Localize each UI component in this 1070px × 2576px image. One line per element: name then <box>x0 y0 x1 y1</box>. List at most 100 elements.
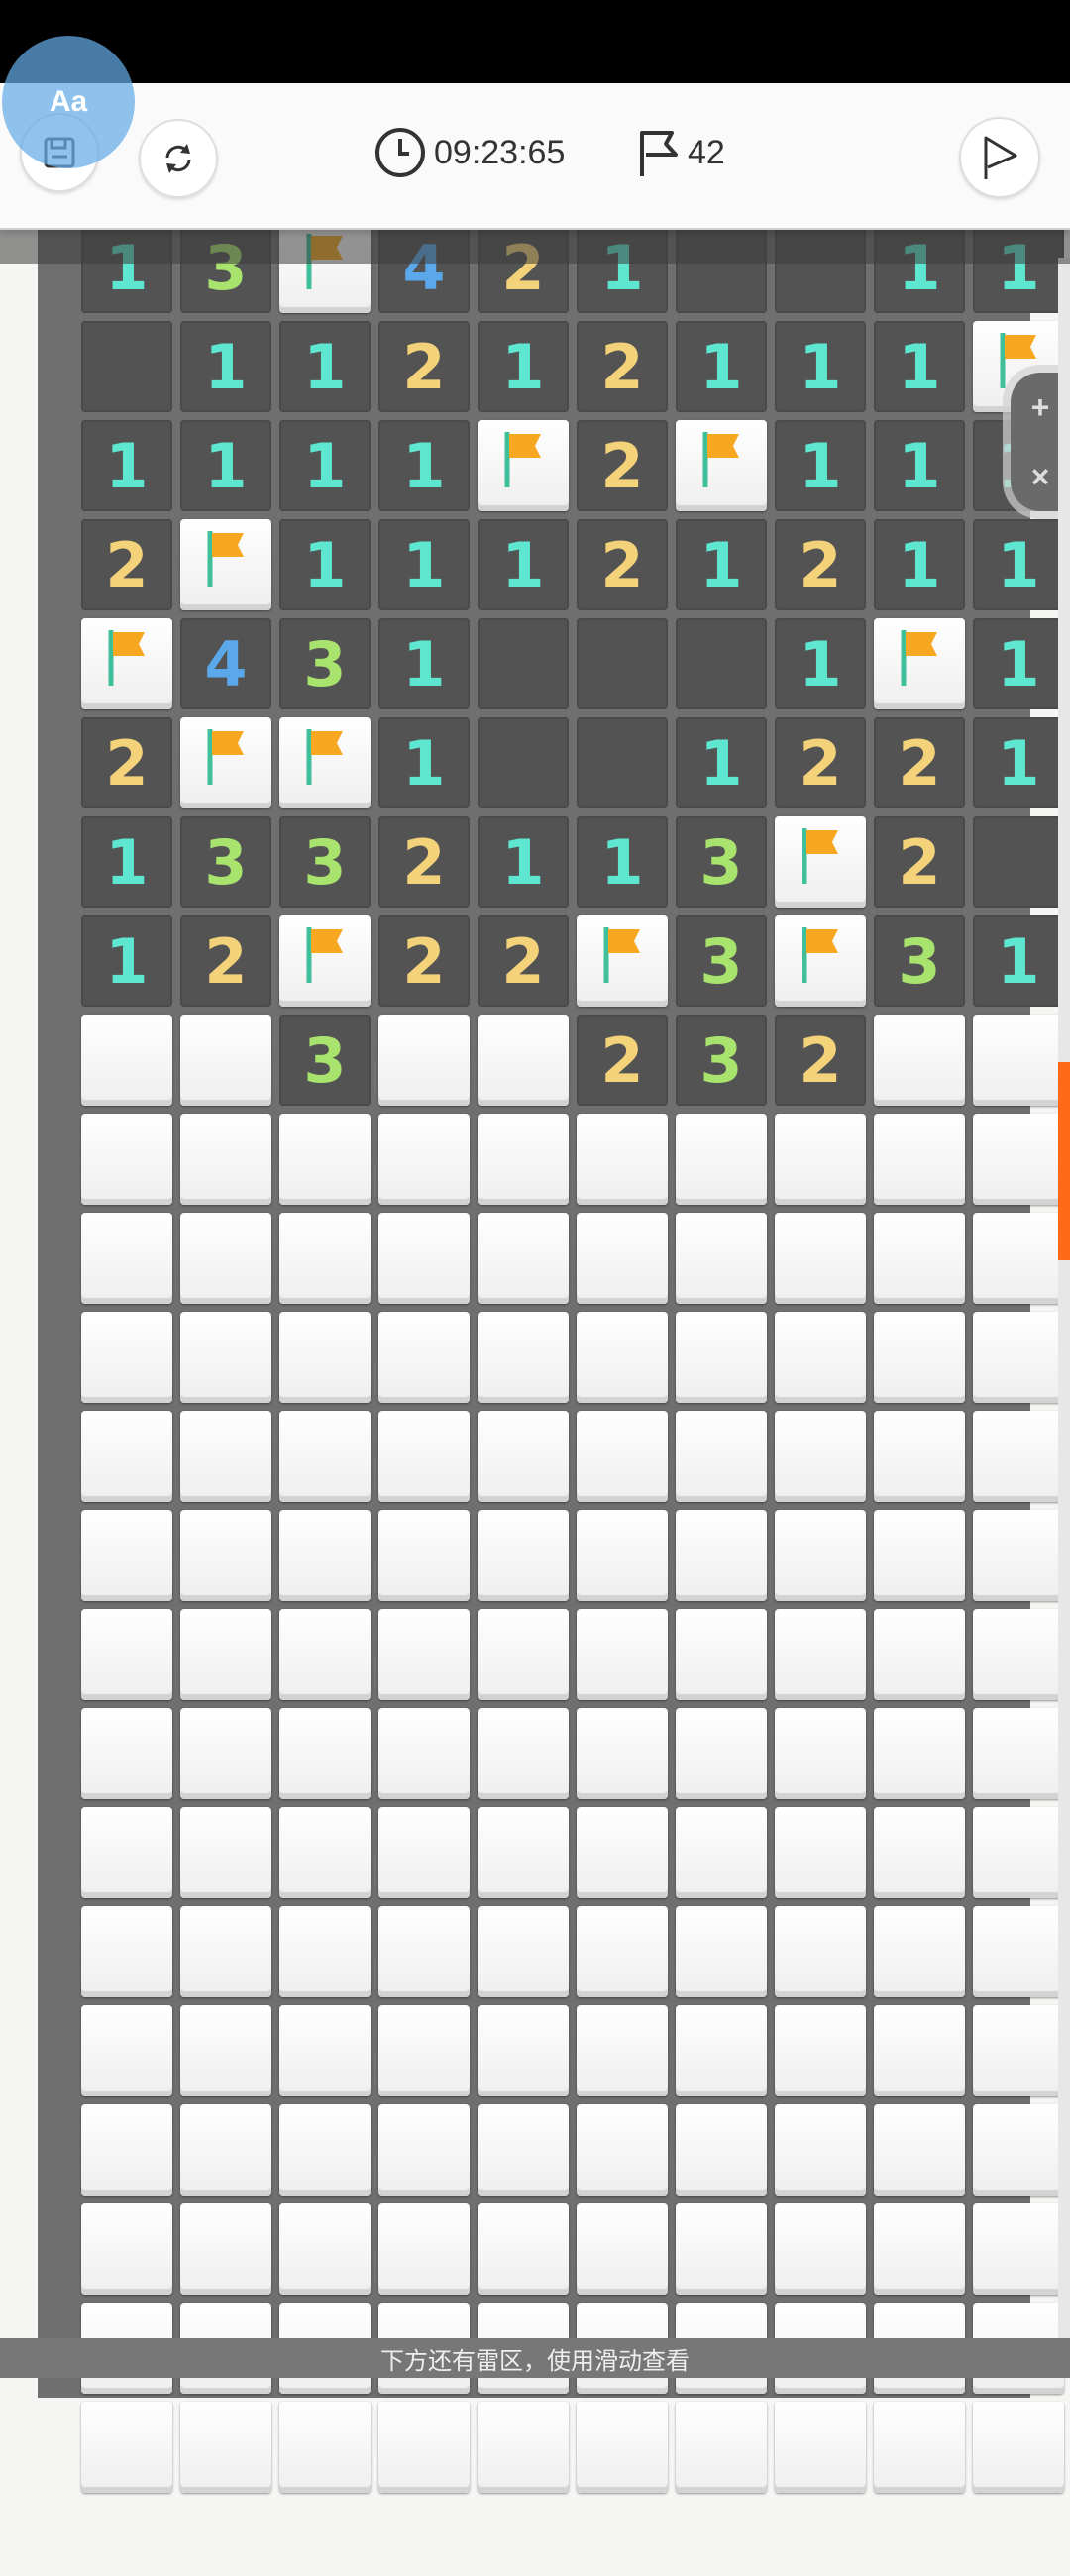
hidden-cell[interactable] <box>279 1708 371 1799</box>
number-cell[interactable]: 3 <box>676 1015 767 1106</box>
hidden-cell[interactable] <box>973 1708 1064 1799</box>
flagged-cell[interactable] <box>775 915 866 1007</box>
number-cell[interactable]: 1 <box>973 915 1064 1007</box>
number-cell[interactable]: 2 <box>874 717 965 808</box>
number-cell[interactable]: 1 <box>279 321 371 412</box>
number-cell[interactable]: 1 <box>577 816 668 908</box>
hidden-cell[interactable] <box>279 1906 371 1997</box>
hidden-cell[interactable] <box>478 1807 569 1898</box>
hidden-cell[interactable] <box>81 1807 172 1898</box>
hidden-cell[interactable] <box>180 1213 271 1304</box>
hidden-cell[interactable] <box>279 2104 371 2196</box>
scroll-track[interactable] <box>1058 258 1070 2378</box>
hidden-cell[interactable] <box>478 1510 569 1601</box>
number-cell[interactable]: 4 <box>180 618 271 709</box>
empty-revealed-cell[interactable] <box>577 717 668 808</box>
hidden-cell[interactable] <box>973 1213 1064 1304</box>
hidden-cell[interactable] <box>577 1510 668 1601</box>
minesweeper-board[interactable]: 1342111112121111111211121112121143111211… <box>75 218 1070 2576</box>
number-cell[interactable]: 1 <box>874 321 965 412</box>
empty-revealed-cell[interactable] <box>478 717 569 808</box>
number-cell[interactable]: 2 <box>874 816 965 908</box>
hidden-cell[interactable] <box>81 1708 172 1799</box>
hidden-cell[interactable] <box>676 1213 767 1304</box>
hidden-cell[interactable] <box>676 1906 767 1997</box>
hidden-cell[interactable] <box>378 1411 470 1502</box>
hidden-cell[interactable] <box>775 1312 866 1403</box>
hidden-cell[interactable] <box>775 1510 866 1601</box>
hidden-cell[interactable] <box>577 1411 668 1502</box>
hidden-cell[interactable] <box>180 2104 271 2196</box>
number-cell[interactable]: 1 <box>775 321 866 412</box>
hidden-cell[interactable] <box>279 2402 371 2493</box>
hidden-cell[interactable] <box>81 1906 172 1997</box>
hidden-cell[interactable] <box>180 1708 271 1799</box>
hidden-cell[interactable] <box>676 1411 767 1502</box>
hidden-cell[interactable] <box>874 2402 965 2493</box>
hidden-cell[interactable] <box>577 1906 668 1997</box>
hidden-cell[interactable] <box>478 2104 569 2196</box>
hidden-cell[interactable] <box>577 2203 668 2295</box>
number-cell[interactable]: 1 <box>676 519 767 610</box>
number-cell[interactable]: 1 <box>478 816 569 908</box>
empty-revealed-cell[interactable] <box>81 321 172 412</box>
hidden-cell[interactable] <box>577 1213 668 1304</box>
hidden-cell[interactable] <box>81 1510 172 1601</box>
hidden-cell[interactable] <box>874 1411 965 1502</box>
hidden-cell[interactable] <box>81 1015 172 1106</box>
number-cell[interactable]: 3 <box>180 816 271 908</box>
hidden-cell[interactable] <box>775 1807 866 1898</box>
hidden-cell[interactable] <box>775 1906 866 1997</box>
hidden-cell[interactable] <box>478 2402 569 2493</box>
number-cell[interactable]: 1 <box>676 321 767 412</box>
hidden-cell[interactable] <box>973 1114 1064 1205</box>
hidden-cell[interactable] <box>973 1609 1064 1700</box>
hidden-cell[interactable] <box>874 1312 965 1403</box>
hidden-cell[interactable] <box>180 1807 271 1898</box>
hidden-cell[interactable] <box>81 1411 172 1502</box>
hidden-cell[interactable] <box>279 1213 371 1304</box>
number-cell[interactable]: 2 <box>577 1015 668 1106</box>
number-cell[interactable]: 2 <box>775 519 866 610</box>
hidden-cell[interactable] <box>874 1807 965 1898</box>
hidden-cell[interactable] <box>478 1411 569 1502</box>
number-cell[interactable]: 2 <box>478 915 569 1007</box>
hidden-cell[interactable] <box>577 2104 668 2196</box>
hidden-cell[interactable] <box>180 1411 271 1502</box>
hidden-cell[interactable] <box>279 1312 371 1403</box>
hidden-cell[interactable] <box>676 1609 767 1700</box>
hidden-cell[interactable] <box>775 2005 866 2096</box>
number-cell[interactable]: 1 <box>676 717 767 808</box>
hidden-cell[interactable] <box>279 2005 371 2096</box>
flagged-cell[interactable] <box>676 420 767 511</box>
hidden-cell[interactable] <box>973 2402 1064 2493</box>
hidden-cell[interactable] <box>279 1807 371 1898</box>
number-cell[interactable]: 1 <box>973 519 1064 610</box>
number-cell[interactable]: 1 <box>378 717 470 808</box>
hidden-cell[interactable] <box>378 2104 470 2196</box>
number-cell[interactable]: 1 <box>378 519 470 610</box>
number-cell[interactable]: 1 <box>478 321 569 412</box>
hidden-cell[interactable] <box>378 1708 470 1799</box>
flagged-cell[interactable] <box>180 519 271 610</box>
hidden-cell[interactable] <box>180 1510 271 1601</box>
hidden-cell[interactable] <box>874 1510 965 1601</box>
hidden-cell[interactable] <box>973 2104 1064 2196</box>
hidden-cell[interactable] <box>279 1114 371 1205</box>
number-cell[interactable]: 3 <box>279 618 371 709</box>
flagged-cell[interactable] <box>577 915 668 1007</box>
hidden-cell[interactable] <box>378 1114 470 1205</box>
hidden-cell[interactable] <box>378 1015 470 1106</box>
hidden-cell[interactable] <box>81 1312 172 1403</box>
hidden-cell[interactable] <box>81 1609 172 1700</box>
flagged-cell[interactable] <box>478 420 569 511</box>
hidden-cell[interactable] <box>775 1708 866 1799</box>
hidden-cell[interactable] <box>478 2203 569 2295</box>
hidden-cell[interactable] <box>577 1114 668 1205</box>
number-cell[interactable]: 1 <box>180 420 271 511</box>
hidden-cell[interactable] <box>775 1213 866 1304</box>
hidden-cell[interactable] <box>279 1411 371 1502</box>
hidden-cell[interactable] <box>676 1510 767 1601</box>
hidden-cell[interactable] <box>478 1213 569 1304</box>
hidden-cell[interactable] <box>973 1510 1064 1601</box>
